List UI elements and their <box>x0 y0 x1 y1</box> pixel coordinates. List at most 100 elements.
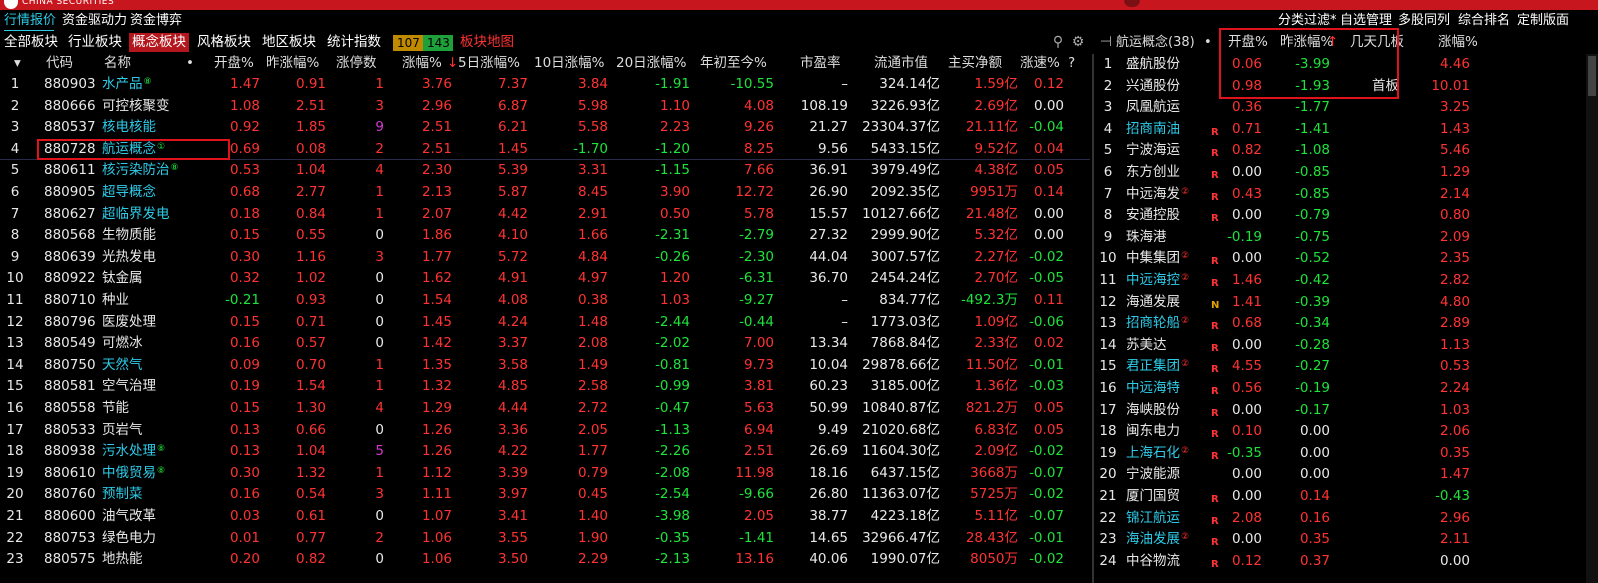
table-row[interactable]: 1 880903 水产品⑧ 1.47 0.91 1 3.76 7.37 3.84 -1.91 -10… <box>0 74 1090 96</box>
table-row[interactable]: 18 880938 污水处理⑧ 0.13 1.04 5 1.26 4.22 1.77 -2.26 2… <box>0 441 1090 463</box>
stock-row[interactable]: 15 君正集团② R 4.55 -0.27 0.53 <box>1096 356 1584 378</box>
table-row[interactable]: 21 880600 油气改革 0.03 0.61 0 1.07 3.41 1.40 -3.98 2.… <box>0 506 1090 528</box>
table-row[interactable]: 10 880922 钛金属 0.32 1.02 0 1.62 4.91 4.97 1.20 -6.3… <box>0 268 1090 290</box>
col-header-0[interactable]: 代码 <box>46 54 73 74</box>
stock-row[interactable]: 10 中集集团② R 0.00 -0.52 2.35 <box>1096 248 1584 270</box>
mv-unit: 亿 <box>926 529 941 546</box>
stock-row[interactable]: 6 东方创业 R 0.00 -0.85 1.29 <box>1096 162 1584 184</box>
scrollbar-thumb[interactable] <box>1588 56 1596 96</box>
table-row[interactable]: 6 880905 超导概念 0.68 2.77 1 2.13 5.87 8.45 3.90 12.7… <box>0 182 1090 204</box>
col-header-5[interactable]: 涨幅% <box>402 54 442 74</box>
table-row[interactable]: 15 880581 空气治理 0.19 1.54 1 1.32 4.85 2.58 -0.99 3.… <box>0 376 1090 398</box>
table-row[interactable]: 16 880558 节能 0.15 1.30 4 1.29 4.44 2.72 -0.47 5.63… <box>0 398 1090 420</box>
table-row[interactable]: 14 880750 天然气 0.09 0.70 1 1.35 3.58 1.49 -0.81 9.7… <box>0 355 1090 377</box>
stock-row[interactable]: 23 海油发展② R 0.00 0.35 2.11 <box>1096 529 1584 551</box>
cell-value: 821.2 <box>965 400 1005 416</box>
menu-quotes[interactable]: 行情报价 <box>4 13 56 29</box>
sector-map-link[interactable]: 板块地图 <box>460 33 514 52</box>
table-row[interactable]: 17 880533 页岩气 0.13 0.66 0 1.26 3.36 2.05 -1.13 6.9… <box>0 420 1090 442</box>
stock-row[interactable]: 16 中远海特 R 0.56 -0.19 2.24 <box>1096 378 1584 400</box>
stock-row[interactable]: 11 中远海控② R 1.46 -0.42 2.82 <box>1096 270 1584 292</box>
vertical-scrollbar[interactable] <box>1586 54 1598 583</box>
stock-row[interactable]: 12 海通发展 N 1.41 -0.39 4.80 <box>1096 292 1584 314</box>
cell-d20: -0.99 <box>612 376 690 397</box>
tab-concept[interactable]: 概念板块 <box>129 33 189 52</box>
stock-row[interactable]: 17 海峡股份 R 0.00 -0.17 1.03 <box>1096 400 1584 422</box>
menu-fund-driver[interactable]: 资金驱动力 <box>62 13 127 29</box>
table-row[interactable]: 22 880753 绿色电力 0.01 0.77 2 1.06 3.55 1.90 -0.35 -1… <box>0 528 1090 550</box>
stock-row[interactable]: 9 珠海港 -0.19 -0.75 2.09 <box>1096 227 1584 249</box>
stock-row[interactable]: 18 闽东电力 R 0.10 0.00 2.06 <box>1096 421 1584 443</box>
stock-row[interactable]: 19 上海石化② R -0.35 0.00 0.35 <box>1096 443 1584 465</box>
stock-row[interactable]: 22 锦江航运 R 2.08 0.16 2.96 <box>1096 508 1584 530</box>
col-header-11[interactable]: 流通市值 <box>874 54 928 74</box>
col-header-8[interactable]: 20日涨幅% <box>616 54 687 74</box>
panel-divider[interactable] <box>1092 54 1094 583</box>
cell-value: 5725 <box>970 486 1005 503</box>
pin-icon[interactable]: ⊣ <box>1098 34 1114 50</box>
stock-row[interactable]: 21 厦门国贸 R 0.00 0.14 -0.43 <box>1096 486 1584 508</box>
col-header-3[interactable]: 昨涨幅% <box>266 54 319 74</box>
tab-region[interactable]: 地区板块 <box>259 33 319 52</box>
stock-row[interactable]: 13 招商轮船② R 0.68 -0.34 2.89 <box>1096 313 1584 335</box>
table-row[interactable]: 19 880610 中俄贸易⑧ 0.30 1.32 1 1.12 3.39 0.79 -2.08 1… <box>0 463 1090 485</box>
cell-no: 23 <box>1099 531 1117 548</box>
col-header-1[interactable]: 名称 <box>104 54 131 74</box>
search-icon[interactable]: ⚲ <box>1050 34 1066 50</box>
cell-value: 6 <box>10 184 20 200</box>
table-row[interactable]: 8 880568 生物质能 0.15 0.55 0 1.86 4.10 1.66 -2.31 -2.… <box>0 225 1090 247</box>
cell-value: 2.30 <box>421 162 452 179</box>
cell-chg: 0.80 <box>1439 207 1470 224</box>
stock-row[interactable]: 20 宁波能源 0.00 0.00 1.47 <box>1096 464 1584 486</box>
table-row[interactable]: 5 880611 核污染防治⑧ 0.53 1.04 4 2.30 5.39 3.31 -1.15 7… <box>0 160 1090 182</box>
cell-value: 834.77 <box>879 292 927 308</box>
table-row[interactable]: 12 880796 医废处理 0.15 0.71 0 1.45 4.24 1.48 -2.44 -0… <box>0 312 1090 334</box>
cell-pe: 9.56 <box>778 139 848 160</box>
sort-arrow-icon[interactable]: ▾ <box>14 54 21 74</box>
table-row[interactable]: 11 880710 种业 -0.21 0.93 0 1.54 4.08 0.38 1.03 -9.2… <box>0 290 1090 312</box>
stock-row[interactable]: 5 宁波海运 R 0.82 -1.08 5.46 <box>1096 140 1584 162</box>
col-header-9[interactable]: 年初至今% <box>700 54 767 74</box>
table-row[interactable]: 2 880666 可控核聚变 1.08 2.51 3 2.96 6.87 5.98 1.10 4.0… <box>0 96 1090 118</box>
col-header-6[interactable]: 5日涨幅% <box>458 54 520 74</box>
table-row[interactable]: 13 880549 可燃冰 0.16 0.57 0 1.42 3.37 2.08 -2.02 7.0… <box>0 333 1090 355</box>
table-row[interactable]: 7 880627 超临界发电 0.18 0.84 1 2.07 4.42 2.91 0.50 5.7… <box>0 204 1090 226</box>
menu-category-filter[interactable]: 分类过滤* <box>1278 13 1337 29</box>
gear-icon[interactable]: ⚙ <box>1070 34 1086 50</box>
stock-row[interactable]: 3 凤凰航运 0.36 -1.77 3.25 <box>1096 97 1584 119</box>
tab-industry[interactable]: 行业板块 <box>65 33 125 52</box>
cell-d5: 1.45 <box>458 139 528 160</box>
col-header-14[interactable]: ? <box>1068 54 1075 74</box>
table-row[interactable]: 9 880639 光热发电 0.30 1.16 3 1.77 5.72 4.84 -0.26 -2.… <box>0 247 1090 269</box>
col-header-13[interactable]: 涨速% <box>1020 54 1060 74</box>
right-col-header-3[interactable]: 涨幅% <box>1438 33 1478 53</box>
cell-d5: 6.21 <box>458 117 528 138</box>
stock-row[interactable]: 14 苏美达 R 0.00 -0.28 1.13 <box>1096 335 1584 357</box>
table-row[interactable]: 3 880537 核电核能 0.92 1.85 9 2.51 6.21 5.58 2.23 9.26… <box>0 117 1090 139</box>
cell-chg: 2.14 <box>1439 185 1470 202</box>
table-row[interactable]: 20 880760 预制菜 0.16 0.54 3 1.11 3.97 0.45 -2.54 -9.… <box>0 484 1090 506</box>
table-row[interactable]: 23 880575 地热能 0.20 0.82 0 1.06 3.50 2.29 -2.13 13.… <box>0 549 1090 571</box>
stock-row[interactable]: 4 招商南油 R 0.71 -1.41 1.43 <box>1096 119 1584 141</box>
cell-net: 28.43亿 <box>944 528 1018 549</box>
cell-value: 7.37 <box>497 76 528 92</box>
menu-ranking[interactable]: 综合排名 <box>1458 13 1510 29</box>
tab-style[interactable]: 风格板块 <box>194 33 254 52</box>
col-header-4[interactable]: 涨停数 <box>336 54 377 74</box>
menu-fund-game[interactable]: 资金博弈 <box>130 13 182 29</box>
col-header-7[interactable]: 10日涨幅% <box>534 54 605 74</box>
stock-row[interactable]: 7 中远海发② R 0.43 -0.85 2.14 <box>1096 184 1584 206</box>
stock-row[interactable]: 24 中谷物流 R 0.12 0.37 0.00 <box>1096 551 1584 573</box>
col-header-10[interactable]: 市盈率 <box>800 54 841 74</box>
menu-watchlist-manage[interactable]: 自选管理 <box>1340 13 1392 29</box>
tab-all-sectors[interactable]: 全部板块 <box>1 33 61 52</box>
menu-multi-stock[interactable]: 多股同列 <box>1398 13 1450 29</box>
right-panel-dot: • <box>1204 35 1212 50</box>
col-header-12[interactable]: 主买净额 <box>948 54 1002 74</box>
stock-row[interactable]: 8 安通控股 R 0.00 -0.79 0.80 <box>1096 205 1584 227</box>
name-tag: ② <box>1181 316 1190 327</box>
cell-zt: 0 <box>328 549 384 570</box>
col-header-2[interactable]: 开盘% <box>214 54 254 74</box>
tab-index[interactable]: 统计指数 <box>324 33 384 52</box>
menu-custom-layout[interactable]: 定制版面 <box>1517 13 1569 29</box>
